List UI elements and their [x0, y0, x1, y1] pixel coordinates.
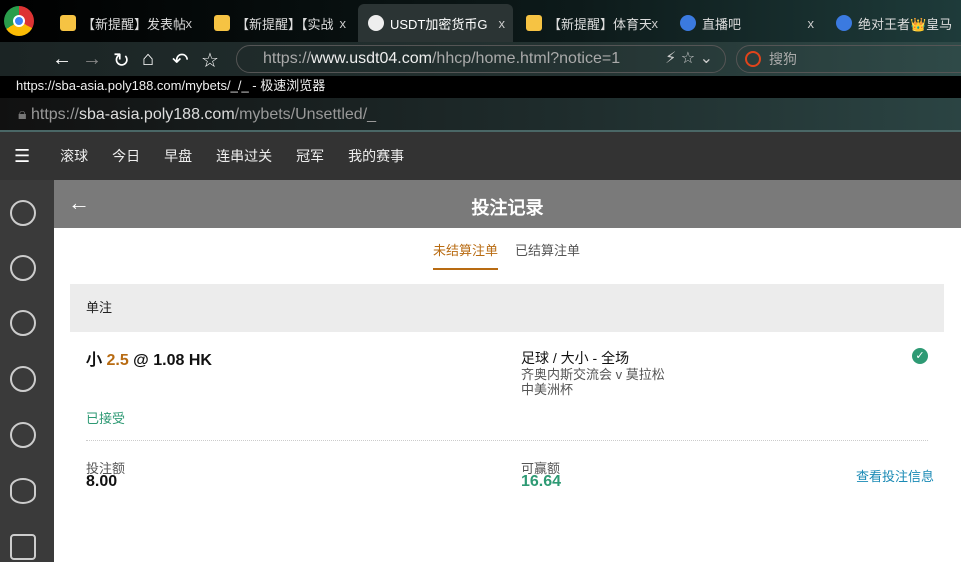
page-header: ← 投注记录	[54, 180, 961, 228]
hockey-icon[interactable]	[10, 534, 36, 560]
volleyball-icon[interactable]	[10, 366, 36, 392]
popup-url-bar[interactable]: 🔒︎ https://sba-asia.poly188.com/mybets/U…	[0, 98, 961, 132]
home-icon[interactable]: ⌂	[142, 48, 154, 71]
menu-icon[interactable]: ☰	[14, 146, 30, 167]
tab-settled[interactable]: 已结算注单	[515, 240, 580, 259]
section-header: 单注	[70, 284, 944, 332]
8-icon	[836, 15, 852, 31]
page-title: 投注记录	[471, 198, 544, 218]
nav-parlay[interactable]: 连串过关	[216, 146, 272, 166]
star-icon[interactable]: ☆	[201, 48, 219, 73]
nav-early[interactable]: 早盘	[164, 146, 192, 166]
lock-icon: 🔒︎	[18, 106, 31, 123]
undo-icon[interactable]: ↶	[172, 48, 189, 73]
browser-tab-active[interactable]: USDT加密货币G x	[358, 4, 513, 42]
view-bet-details-link[interactable]: 查看投注信息	[856, 466, 934, 485]
nav-live[interactable]: 滚球	[60, 146, 88, 166]
8-icon	[680, 15, 696, 31]
bet-status: 已接受	[86, 411, 126, 426]
bet-league: 中美洲杯	[521, 382, 574, 397]
sogou-icon	[745, 51, 761, 67]
divider	[86, 440, 928, 441]
bookmark-star-icon[interactable]: ⚡ ☆ ⌄	[665, 46, 713, 72]
close-icon[interactable]: x	[499, 16, 506, 31]
browser-tab[interactable]: 【新提醒】【实战 x	[204, 8, 354, 38]
top-nav: ☰ 滚球 今日 早盘 连串过关 冠军 我的赛事	[0, 132, 961, 180]
address-bar[interactable]: https://www.usdt04.com/hhcp/home.html?no…	[236, 45, 726, 73]
nav-my-events[interactable]: 我的赛事	[348, 146, 404, 166]
browser-tab[interactable]: 绝对王者👑皇马	[826, 8, 961, 38]
close-icon[interactable]: x	[340, 16, 347, 31]
browser-tab[interactable]: 【新提醒】体育天 x	[516, 8, 666, 38]
bet-selection: 小 2.5 @ 1.08 HK	[86, 352, 212, 369]
soccer-icon[interactable]	[10, 200, 36, 226]
close-icon[interactable]: x	[808, 16, 815, 31]
browser-tab[interactable]: 直播吧 x	[670, 8, 822, 38]
stake-value: 8.00	[86, 473, 118, 490]
check-icon: ✓	[912, 348, 928, 364]
football-icon[interactable]	[10, 478, 36, 504]
browser-tab-bar: 【新提醒】发表帖 x 【新提醒】【实战 x USDT加密货币G x 【新提醒】体育天 x…	[0, 0, 961, 42]
browser-tab[interactable]: 【新提醒】发表帖 x	[50, 8, 200, 38]
close-icon[interactable]: x	[652, 16, 659, 31]
basketball-icon[interactable]	[10, 255, 36, 281]
win-value: 16.64	[521, 473, 562, 490]
baseball-icon[interactable]	[10, 422, 36, 448]
popup-title: https://sba-asia.poly188.com/mybets/_/_ …	[0, 76, 961, 98]
globe-icon	[368, 15, 384, 31]
nav-today[interactable]: 今日	[112, 146, 140, 166]
nav-outright[interactable]: 冠军	[296, 146, 324, 166]
notice-icon	[60, 15, 76, 31]
forward-icon[interactable]: →	[82, 48, 102, 71]
close-icon[interactable]: x	[186, 16, 193, 31]
back-icon[interactable]: ←	[52, 48, 72, 71]
notice-icon	[526, 15, 542, 31]
browser-logo	[4, 6, 34, 36]
notice-icon	[214, 15, 230, 31]
tab-unsettled[interactable]: 未结算注单	[433, 240, 499, 270]
tennis-icon[interactable]	[10, 310, 36, 336]
search-box[interactable]: 搜狗	[736, 45, 961, 73]
reload-icon[interactable]: ↻	[113, 48, 130, 73]
sport-sidebar	[0, 180, 54, 562]
